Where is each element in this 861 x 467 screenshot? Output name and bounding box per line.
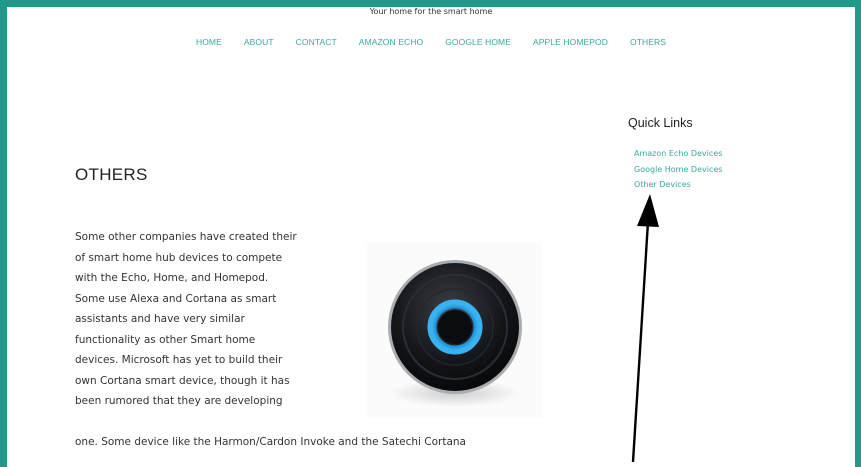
quick-link-amazon-echo[interactable]: Amazon Echo Devices: [634, 146, 722, 162]
quick-link-google-home[interactable]: Google Home Devices: [634, 162, 722, 178]
paragraph-tail: one. Some device like the Harmon/Cardon …: [75, 436, 466, 448]
body-paragraph: Some other companies have created their …: [75, 227, 355, 412]
cortana-speaker-image: [367, 243, 542, 418]
paragraph-line: own Cortana smart device, though it has: [75, 374, 290, 387]
paragraph-line: devices. Microsoft has yet to build thei…: [75, 354, 283, 366]
paragraph-line: Some use Alexa and Cortana as smart: [75, 292, 277, 305]
nav-google-home[interactable]: GOOGLE HOME: [445, 37, 511, 47]
nav-amazon-echo[interactable]: AMAZON ECHO: [359, 37, 423, 47]
paragraph-line: of smart home hub devices to compete: [75, 251, 283, 264]
paragraph-line: been rumored that they are developing: [75, 395, 283, 407]
quick-links-list: Amazon Echo Devices Google Home Devices …: [634, 146, 722, 193]
main-nav: HOME ABOUT CONTACT AMAZON ECHO GOOGLE HO…: [7, 37, 855, 47]
site-tagline: Your home for the smart home: [369, 7, 493, 16]
quick-link-other-devices[interactable]: Other Devices: [634, 177, 722, 193]
paragraph-line: Some other companies have created their: [75, 231, 297, 243]
page-container: Your home for the smart home HOME ABOUT …: [7, 7, 855, 467]
nav-others[interactable]: OTHERS: [630, 37, 666, 47]
paragraph-line: functionality as other Smart home: [75, 333, 256, 346]
nav-about[interactable]: ABOUT: [244, 37, 274, 47]
page-title: OTHERS: [75, 165, 148, 184]
paragraph-line: with the Echo, Home, and Homepod.: [75, 272, 269, 284]
quick-links-title: Quick Links: [628, 116, 693, 130]
nav-apple-homepod[interactable]: APPLE HOMEPOD: [533, 37, 608, 47]
nav-home[interactable]: HOME: [196, 37, 222, 47]
nav-contact[interactable]: CONTACT: [296, 37, 337, 47]
paragraph-line: assistants and have very similar: [75, 313, 245, 325]
